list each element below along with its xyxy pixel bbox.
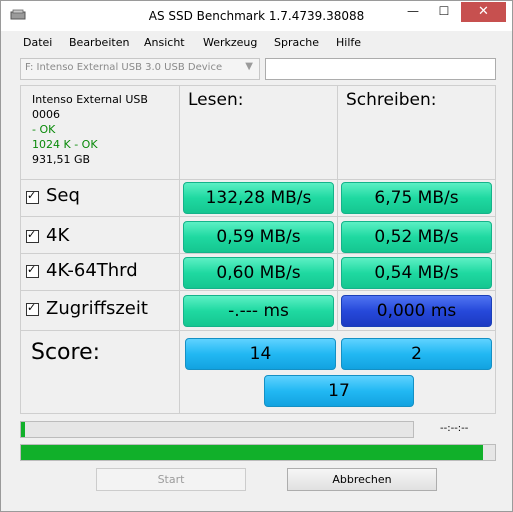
drive-name: Intenso External USB xyxy=(32,93,148,106)
seq-write-value: 6,75 MB/s xyxy=(341,182,492,214)
4k64-write-value: 0,54 MB/s xyxy=(341,257,492,289)
menu-bearbeiten[interactable]: Bearbeiten xyxy=(69,36,129,49)
drive-info: Intenso External USB 0006 - OK 1024 K - … xyxy=(32,92,148,167)
row-label-seq: Seq xyxy=(46,185,80,206)
menu-hilfe[interactable]: Hilfe xyxy=(336,36,361,49)
menu-werkzeug[interactable]: Werkzeug xyxy=(203,36,257,49)
4k-write-value: 0,52 MB/s xyxy=(341,221,492,253)
4k-read-value: 0,59 MB/s xyxy=(183,221,334,253)
drive-select-value: F: Intenso External USB 3.0 USB Device xyxy=(25,62,223,73)
cancel-button[interactable]: Abbrechen xyxy=(287,468,437,491)
row-label-4k64: 4K-64Thrd xyxy=(46,260,138,281)
access-time-checkbox[interactable] xyxy=(26,301,39,316)
drive-select[interactable]: F: Intenso External USB 3.0 USB Device ▼ xyxy=(20,58,260,80)
close-button[interactable]: ✕ xyxy=(461,2,506,22)
overall-progress-bar xyxy=(20,444,496,461)
score-total: 17 xyxy=(264,375,414,407)
start-button[interactable]: Start xyxy=(96,468,246,491)
access-write-value: 0,000 ms xyxy=(341,295,492,327)
drive-size: 931,51 GB xyxy=(32,153,91,166)
menu-ansicht[interactable]: Ansicht xyxy=(144,36,185,49)
access-read-value: -.--- ms xyxy=(183,295,334,327)
drive-firmware: 0006 xyxy=(32,108,60,121)
alignment-status-2: 1024 K - OK xyxy=(32,138,98,151)
4k64-read-value: 0,60 MB/s xyxy=(183,257,334,289)
row-label-access-time: Zugriffszeit xyxy=(46,298,148,319)
test-progress-bar xyxy=(20,421,414,438)
alignment-status: - OK xyxy=(32,123,56,136)
elapsed-time: --:--:-- xyxy=(440,423,469,434)
maximize-button[interactable]: ☐ xyxy=(429,1,459,22)
minimize-button[interactable]: — xyxy=(398,1,428,22)
menu-sprache[interactable]: Sprache xyxy=(274,36,319,49)
seq-checkbox[interactable] xyxy=(26,189,39,204)
chevron-down-icon: ▼ xyxy=(245,61,253,72)
seq-read-value: 132,28 MB/s xyxy=(183,182,334,214)
4k-checkbox[interactable] xyxy=(26,228,39,243)
menu-bar: Datei Bearbeiten Ansicht Werkzeug Sprach… xyxy=(1,32,512,54)
row-label-4k: 4K xyxy=(46,225,70,246)
title-bar: AS SSD Benchmark 1.7.4739.38088 — ☐ ✕ xyxy=(1,1,512,31)
score-read: 14 xyxy=(185,338,336,370)
read-header: Lesen: xyxy=(188,90,244,110)
score-label: Score: xyxy=(31,340,101,365)
path-input[interactable] xyxy=(265,58,496,80)
score-write: 2 xyxy=(341,338,492,370)
4k64-checkbox[interactable] xyxy=(26,263,39,278)
write-header: Schreiben: xyxy=(346,90,437,110)
menu-datei[interactable]: Datei xyxy=(23,36,52,49)
